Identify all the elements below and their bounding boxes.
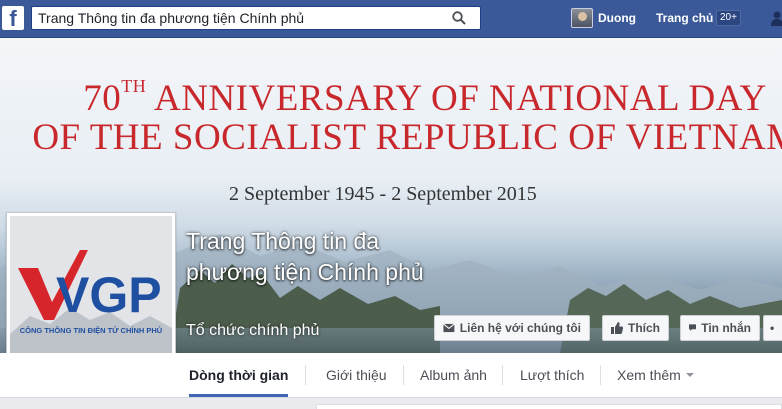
home-notification-badge: 20+ [716,10,741,26]
vgp-logo-caption: CÔNG THÔNG TIN ĐIỆN TỬ CHÍNH PHỦ [20,326,162,335]
cover-anniversary-number: 70 [83,78,122,119]
search-input[interactable] [32,7,437,29]
facebook-logo[interactable]: f [2,6,24,30]
search-box [31,6,481,30]
user-name-link[interactable]: Duong [598,11,636,25]
user-avatar[interactable] [571,8,593,28]
page-title[interactable]: Trang Thông tin đa phương tiện Chính phủ [186,226,436,288]
envelope-icon [443,323,455,333]
thumbs-up-icon [611,322,623,334]
tab-divider [305,365,306,385]
tab-more[interactable]: Xem thêm [617,353,694,397]
cover-headline-text: ANNIVERSARY OF NATIONAL DAY [146,78,767,119]
tab-about[interactable]: Giới thiệu [326,353,387,397]
tab-photos[interactable]: Album ảnh [420,353,487,397]
search-icon [452,11,466,25]
contact-us-button[interactable]: Liên hệ với chúng tôi [434,315,590,341]
search-button[interactable] [438,7,480,29]
vgp-logo-letters: VGP [56,267,162,323]
tab-timeline[interactable]: Dòng thời gian [189,353,289,397]
like-button[interactable]: Thích [602,315,669,341]
tab-more-label: Xem thêm [617,367,681,383]
message-button[interactable]: Tin nhắn [680,315,760,341]
cover-anniversary-suffix: TH [121,76,147,96]
like-label: Thích [628,321,660,335]
top-navigation-bar: f Duong Trang chủ 20+ [0,0,782,38]
cover-dates: 2 September 1945 - 2 September 2015 [229,183,537,205]
more-actions-button[interactable]: • [763,315,782,341]
content-card-edge [316,404,782,409]
message-label: Tin nhắn [701,321,751,335]
contact-us-label: Liên hệ với chúng tôi [459,321,581,335]
tab-likes[interactable]: Lượt thích [520,353,584,397]
tab-divider [600,365,601,385]
home-link[interactable]: Trang chủ [656,11,713,25]
page-tabs: Dòng thời gian Giới thiệu Album ảnh Lượt… [0,353,782,398]
tab-divider [502,365,503,385]
chevron-down-icon [685,373,694,377]
page-category: Tổ chức chính phủ [186,322,320,339]
more-dots-icon: • [770,321,775,335]
cover-headline-line-2: OF THE SOCIALIST REPUBLIC OF VIETNAM [32,117,782,158]
message-bubble-icon [689,324,697,332]
cover-headline-line-1: 70TH ANNIVERSARY OF NATIONAL DAY [34,76,782,120]
tab-divider [403,365,404,385]
friend-requests-icon[interactable] [768,10,782,26]
